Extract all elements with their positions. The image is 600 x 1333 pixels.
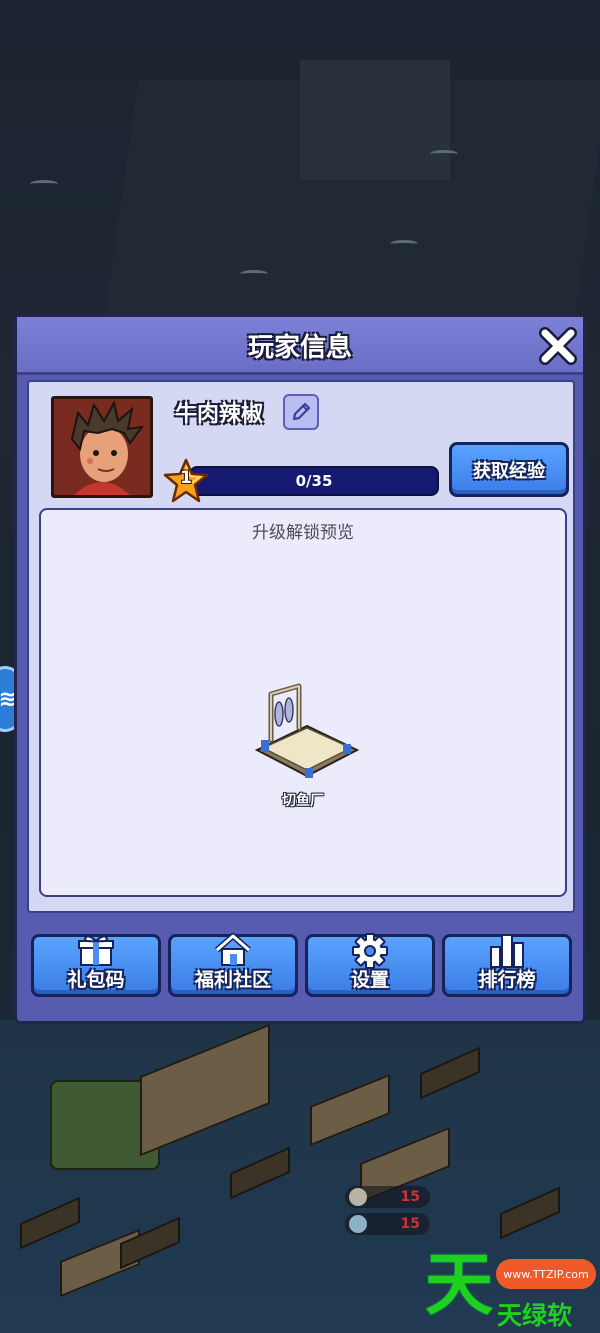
close-x-icon [539,327,577,365]
xp-text: 0/35 [295,472,333,490]
unlock-preview-panel: 升级解锁预览 切鱼厂 [39,508,567,897]
player-level: 1 [180,468,192,488]
resource-badge: 15 [345,1213,430,1235]
pencil-icon [292,402,311,421]
xp-progress-bar: 0/35 [189,466,439,496]
house-icon [215,933,251,966]
welfare-community-button[interactable]: 福利社区 [168,933,298,997]
fish-cutting-workshop-icon [254,683,360,778]
gift-code-button[interactable]: 礼包码 [31,934,161,997]
unlock-item-fish-workshop [247,680,360,790]
get-xp-label: 获取经验 [473,460,545,482]
leaderboard-icon [490,934,524,968]
get-xp-button[interactable]: 获取经验 [449,442,569,497]
preview-title: 升级解锁预览 [252,523,354,543]
ranking-label: 排行榜 [478,969,536,991]
watermark-url: www.TTZIP.com [496,1259,596,1289]
ranking-button[interactable]: 排行榜 [442,934,572,997]
watermark-logo: 天 [425,1246,494,1325]
close-button[interactable] [537,325,579,367]
player-info-dialog: 玩家信息 牛肉辣椒 0/35 1 获取经验 升级解锁预览 切鱼厂 礼包码 福利社… [14,314,586,1024]
seagull-icon [390,240,418,248]
player-name: 牛肉辣椒 [175,402,264,427]
dialog-title: 玩家信息 [247,333,352,363]
player-portrait-icon [54,399,150,495]
welfare-community-label: 福利社区 [194,969,271,991]
gear-icon [352,933,388,969]
avatar [51,396,153,498]
dialog-header: 玩家信息 [17,317,583,375]
resource-count: 15 [400,1216,420,1232]
gift-code-label: 礼包码 [67,969,125,991]
player-panel: 牛肉辣椒 0/35 1 获取经验 升级解锁预览 切鱼厂 [27,380,575,913]
settings-label: 设置 [350,969,389,991]
edit-name-button[interactable] [283,394,319,430]
watermark-text: 天绿软 [497,1301,573,1330]
gear-resource-icon [349,1215,367,1233]
settings-button[interactable]: 设置 [305,933,435,997]
seagull-icon [240,270,268,278]
resource-count: 15 [400,1189,420,1205]
seagull-icon [430,150,458,158]
gift-icon [78,935,114,966]
stone-icon [349,1188,367,1206]
seagull-icon [30,180,58,188]
tower-silhouette [300,60,450,180]
unlock-item-label: 切鱼厂 [282,793,324,809]
resource-badge: 15 [345,1186,430,1208]
